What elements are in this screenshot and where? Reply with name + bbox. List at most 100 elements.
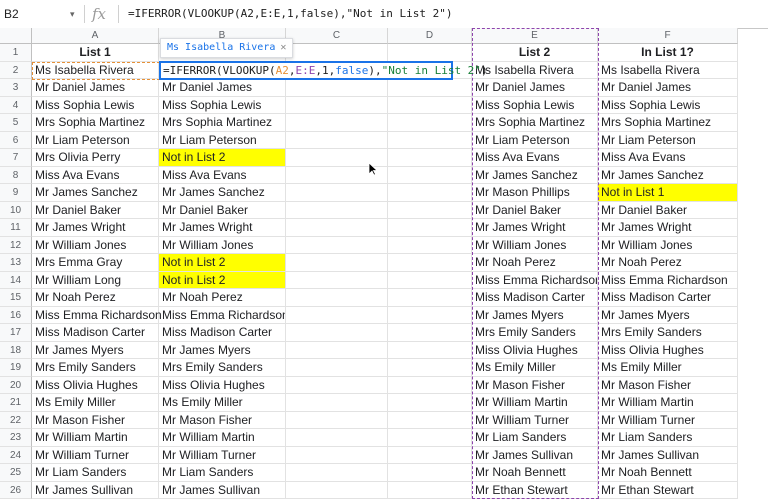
cell-b22[interactable]: Mr Mason Fisher bbox=[159, 411, 286, 429]
cell-d22[interactable] bbox=[388, 411, 472, 429]
cell-b24[interactable]: Mr William Turner bbox=[159, 446, 286, 464]
row-header[interactable]: 16 bbox=[0, 306, 32, 324]
cell-c5[interactable] bbox=[286, 114, 388, 132]
cell-f6[interactable]: Mr Liam Peterson bbox=[598, 131, 738, 149]
cell-d25[interactable] bbox=[388, 464, 472, 482]
cell-c26[interactable] bbox=[286, 481, 388, 499]
row-header[interactable]: 19 bbox=[0, 359, 32, 377]
cell-f3[interactable]: Mr Daniel James bbox=[598, 79, 738, 97]
cell-a6[interactable]: Mr Liam Peterson bbox=[32, 131, 159, 149]
cell-a18[interactable]: Mr James Myers bbox=[32, 341, 159, 359]
cell-d17[interactable] bbox=[388, 324, 472, 342]
cell-c3[interactable] bbox=[286, 79, 388, 97]
row-header[interactable]: 18 bbox=[0, 341, 32, 359]
name-box-dropdown-icon[interactable]: ▾ bbox=[70, 0, 75, 28]
cell-a12[interactable]: Mr William Jones bbox=[32, 236, 159, 254]
cell-e21[interactable]: Mr William Martin bbox=[472, 394, 598, 412]
row-header[interactable]: 14 bbox=[0, 271, 32, 289]
cell-f22[interactable]: Mr William Turner bbox=[598, 411, 738, 429]
cell-a9[interactable]: Mr James Sanchez bbox=[32, 184, 159, 202]
select-all-corner[interactable] bbox=[0, 28, 32, 44]
cell-d6[interactable] bbox=[388, 131, 472, 149]
cell-c15[interactable] bbox=[286, 289, 388, 307]
row-header[interactable]: 26 bbox=[0, 481, 32, 499]
cell-d1[interactable] bbox=[388, 44, 472, 62]
row-header[interactable]: 5 bbox=[0, 114, 32, 132]
cell-c23[interactable] bbox=[286, 429, 388, 447]
cell-b8[interactable]: Miss Ava Evans bbox=[159, 166, 286, 184]
cell-f15[interactable]: Miss Madison Carter bbox=[598, 289, 738, 307]
cell-f8[interactable]: Mr James Sanchez bbox=[598, 166, 738, 184]
cell-c4[interactable] bbox=[286, 96, 388, 114]
cell-d3[interactable] bbox=[388, 79, 472, 97]
cell-b3[interactable]: Mr Daniel James bbox=[159, 79, 286, 97]
cell-e24[interactable]: Mr James Sullivan bbox=[472, 446, 598, 464]
cell-b19[interactable]: Mrs Emily Sanders bbox=[159, 359, 286, 377]
row-header[interactable]: 17 bbox=[0, 324, 32, 342]
row-header[interactable]: 11 bbox=[0, 219, 32, 237]
cell-b25[interactable]: Mr Liam Sanders bbox=[159, 464, 286, 482]
cell-f26[interactable]: Mr Ethan Stewart bbox=[598, 481, 738, 499]
cell-c1[interactable] bbox=[286, 44, 388, 62]
cell-f2[interactable]: Ms Isabella Rivera bbox=[598, 61, 738, 79]
cell-f12[interactable]: Mr William Jones bbox=[598, 236, 738, 254]
cell-e19[interactable]: Ms Emily Miller bbox=[472, 359, 598, 377]
row-header[interactable]: 10 bbox=[0, 201, 32, 219]
cell-a15[interactable]: Mr Noah Perez bbox=[32, 289, 159, 307]
cell-f11[interactable]: Mr James Wright bbox=[598, 219, 738, 237]
cell-a24[interactable]: Mr William Turner bbox=[32, 446, 159, 464]
cell-e16[interactable]: Mr James Myers bbox=[472, 306, 598, 324]
row-header[interactable]: 21 bbox=[0, 394, 32, 412]
cell-e6[interactable]: Mr Liam Peterson bbox=[472, 131, 598, 149]
cell-c17[interactable] bbox=[286, 324, 388, 342]
cell-e25[interactable]: Mr Noah Bennett bbox=[472, 464, 598, 482]
cell-e13[interactable]: Mr Noah Perez bbox=[472, 254, 598, 272]
row-header[interactable]: 6 bbox=[0, 131, 32, 149]
cell-f20[interactable]: Mr Mason Fisher bbox=[598, 376, 738, 394]
cell-e11[interactable]: Mr James Wright bbox=[472, 219, 598, 237]
cell-b12[interactable]: Mr William Jones bbox=[159, 236, 286, 254]
cell-f4[interactable]: Miss Sophia Lewis bbox=[598, 96, 738, 114]
cell-a11[interactable]: Mr James Wright bbox=[32, 219, 159, 237]
cell-c13[interactable] bbox=[286, 254, 388, 272]
cell-editor-b2[interactable]: =IFERROR(VLOOKUP(A2,E:E,1,false),"Not in… bbox=[159, 60, 488, 80]
column-header-f[interactable]: F bbox=[598, 28, 738, 44]
cell-b16[interactable]: Miss Emma Richardson bbox=[159, 306, 286, 324]
cell-a25[interactable]: Mr Liam Sanders bbox=[32, 464, 159, 482]
cell-e10[interactable]: Mr Daniel Baker bbox=[472, 201, 598, 219]
cell-c18[interactable] bbox=[286, 341, 388, 359]
cell-a3[interactable]: Mr Daniel James bbox=[32, 79, 159, 97]
cell-f5[interactable]: Mrs Sophia Martinez bbox=[598, 114, 738, 132]
row-header[interactable]: 2 bbox=[0, 61, 32, 79]
cell-b7[interactable]: Not in List 2 bbox=[159, 149, 286, 167]
cell-d18[interactable] bbox=[388, 341, 472, 359]
cell-a8[interactable]: Miss Ava Evans bbox=[32, 166, 159, 184]
cell-b10[interactable]: Mr Daniel Baker bbox=[159, 201, 286, 219]
cell-a5[interactable]: Mrs Sophia Martinez bbox=[32, 114, 159, 132]
cell-d11[interactable] bbox=[388, 219, 472, 237]
cell-f19[interactable]: Ms Emily Miller bbox=[598, 359, 738, 377]
cell-b23[interactable]: Mr William Martin bbox=[159, 429, 286, 447]
cell-b6[interactable]: Mr Liam Peterson bbox=[159, 131, 286, 149]
cell-d23[interactable] bbox=[388, 429, 472, 447]
cell-d15[interactable] bbox=[388, 289, 472, 307]
cell-d9[interactable] bbox=[388, 184, 472, 202]
cell-e12[interactable]: Mr William Jones bbox=[472, 236, 598, 254]
row-header[interactable]: 24 bbox=[0, 446, 32, 464]
row-header[interactable]: 8 bbox=[0, 166, 32, 184]
cell-f14[interactable]: Miss Emma Richardson bbox=[598, 271, 738, 289]
cell-b4[interactable]: Miss Sophia Lewis bbox=[159, 96, 286, 114]
cell-c21[interactable] bbox=[286, 394, 388, 412]
cell-e26[interactable]: Mr Ethan Stewart bbox=[472, 481, 598, 499]
cell-e18[interactable]: Miss Olivia Hughes bbox=[472, 341, 598, 359]
cell-e4[interactable]: Miss Sophia Lewis bbox=[472, 96, 598, 114]
cell-a22[interactable]: Mr Mason Fisher bbox=[32, 411, 159, 429]
cell-b15[interactable]: Mr Noah Perez bbox=[159, 289, 286, 307]
cell-b21[interactable]: Ms Emily Miller bbox=[159, 394, 286, 412]
row-header[interactable]: 1 bbox=[0, 44, 32, 62]
column-header-c[interactable]: C bbox=[286, 28, 388, 44]
cell-e2[interactable]: Ms Isabella Rivera bbox=[472, 61, 598, 79]
formula-input[interactable]: =IFERROR(VLOOKUP(A2,E:E,1,false),"Not in… bbox=[128, 0, 453, 28]
row-header[interactable]: 3 bbox=[0, 79, 32, 97]
row-header[interactable]: 4 bbox=[0, 96, 32, 114]
